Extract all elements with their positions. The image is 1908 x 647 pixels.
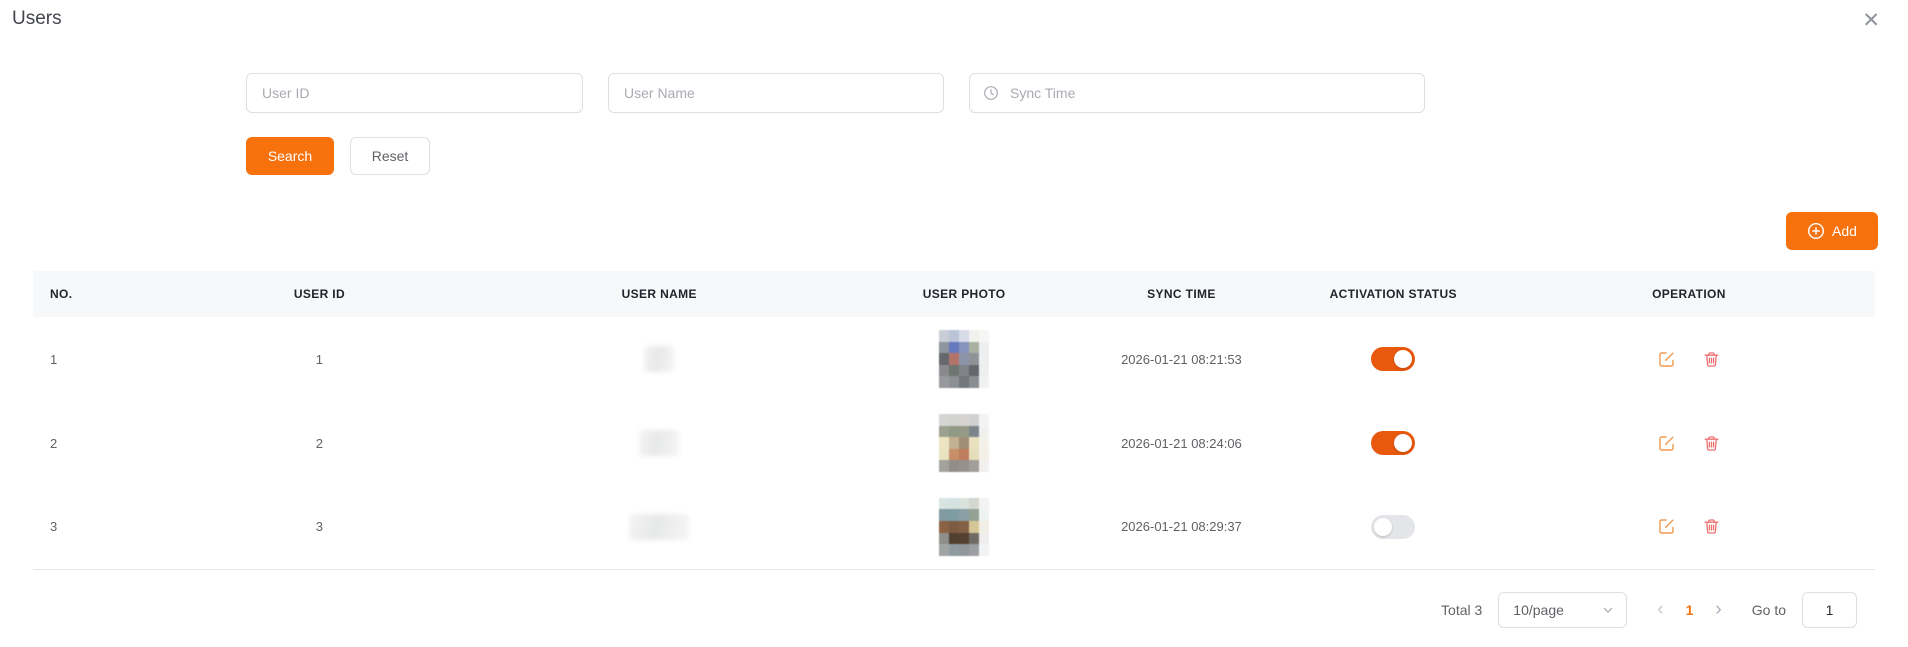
- user-id-cell: 1: [315, 351, 324, 367]
- user-id-input[interactable]: [260, 84, 569, 102]
- sync-time-cell: 2026-01-21 08:29:37: [1121, 519, 1242, 535]
- user-name-redacted: [629, 513, 690, 540]
- goto-page-input[interactable]: [1802, 591, 1857, 628]
- page-number-current[interactable]: 1: [1686, 602, 1694, 618]
- col-header-activation-status: ACTIVATION STATUS: [1283, 271, 1503, 317]
- total-count: Total 3: [1441, 601, 1483, 618]
- search-button[interactable]: Search: [246, 137, 334, 175]
- delete-icon[interactable]: [1703, 351, 1720, 368]
- prev-page-icon[interactable]: ‹: [1657, 600, 1663, 619]
- row-number: 2: [50, 435, 58, 451]
- col-header-user-id: USER ID: [169, 271, 470, 317]
- user-id-cell: 2: [315, 435, 324, 451]
- toggle-knob: [1394, 434, 1413, 452]
- user-photo: [939, 414, 990, 472]
- activation-toggle[interactable]: [1371, 514, 1416, 539]
- col-header-user-name: USER NAME: [469, 271, 849, 317]
- toggle-knob: [1394, 350, 1413, 368]
- table-row: 2 2 2026-01-21 08:24:06: [33, 401, 1875, 485]
- edit-icon[interactable]: [1658, 351, 1675, 368]
- row-number: 1: [50, 351, 58, 367]
- user-photo: [939, 330, 990, 388]
- col-header-no: NO.: [33, 271, 170, 317]
- user-id-cell: 3: [315, 519, 324, 535]
- col-header-operation: OPERATION: [1502, 271, 1875, 317]
- next-page-icon[interactable]: ›: [1715, 600, 1721, 619]
- row-number: 3: [50, 519, 58, 535]
- activation-toggle[interactable]: [1371, 347, 1416, 371]
- sync-time-input[interactable]: [1008, 84, 1411, 102]
- edit-icon[interactable]: [1658, 518, 1675, 535]
- edit-icon[interactable]: [1658, 435, 1675, 452]
- activation-toggle[interactable]: [1371, 431, 1416, 455]
- plus-circle-icon: [1807, 222, 1825, 240]
- close-icon[interactable]: ✕: [1862, 10, 1880, 31]
- pagination-bar: Total 3 10/page ‹ 1 › Go to: [0, 591, 1908, 628]
- sync-time-field[interactable]: [969, 73, 1425, 113]
- clock-icon: [983, 85, 999, 101]
- col-header-sync-time: SYNC TIME: [1079, 271, 1284, 317]
- page-header: Users ✕: [0, 0, 1908, 32]
- toggle-knob: [1374, 517, 1393, 536]
- add-button-label: Add: [1832, 223, 1857, 239]
- table-header-row: NO. USER ID USER NAME USER PHOTO SYNC TI…: [33, 271, 1875, 317]
- sync-time-cell: 2026-01-21 08:24:06: [1121, 435, 1242, 451]
- table-toolbar: Add: [0, 212, 1908, 250]
- sync-time-cell: 2026-01-21 08:21:53: [1121, 351, 1242, 367]
- user-id-field[interactable]: [246, 73, 583, 113]
- user-name-input[interactable]: [622, 84, 930, 102]
- user-name-redacted: [644, 346, 675, 372]
- add-button[interactable]: Add: [1786, 212, 1878, 250]
- table-row: 3 3 2026-01-21 08:29:37: [33, 485, 1875, 569]
- delete-icon[interactable]: [1703, 435, 1720, 452]
- users-table: NO. USER ID USER NAME USER PHOTO SYNC TI…: [33, 271, 1875, 570]
- chevron-down-icon: [1602, 604, 1614, 616]
- col-header-user-photo: USER PHOTO: [848, 271, 1080, 317]
- user-name-field[interactable]: [608, 73, 944, 113]
- user-name-redacted: [639, 430, 680, 456]
- page-size-select[interactable]: 10/page: [1498, 591, 1628, 628]
- table-row: 1 1 2026-01-21 08:21:53: [33, 317, 1875, 401]
- reset-button[interactable]: Reset: [350, 137, 430, 175]
- filter-panel: Search Reset: [246, 73, 1908, 175]
- delete-icon[interactable]: [1703, 518, 1720, 535]
- page-title: Users: [12, 8, 62, 29]
- users-table-wrap: NO. USER ID USER NAME USER PHOTO SYNC TI…: [33, 271, 1875, 570]
- goto-label: Go to: [1751, 601, 1786, 618]
- page-size-value: 10/page: [1513, 601, 1564, 618]
- user-photo: [939, 497, 990, 556]
